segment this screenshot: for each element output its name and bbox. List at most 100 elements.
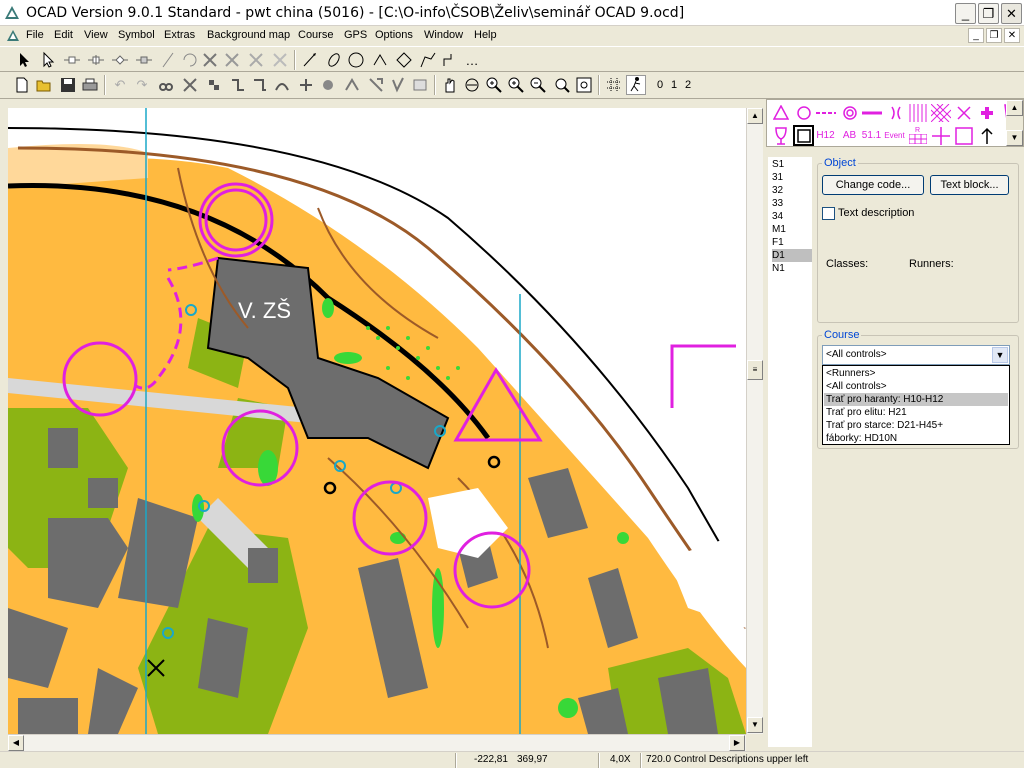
merge-icon[interactable] <box>246 50 266 70</box>
layer-2-button[interactable]: 2 <box>678 75 698 95</box>
grid-icon[interactable] <box>604 75 624 95</box>
course-option[interactable]: Trať pro elitu: H21 <box>824 406 1008 419</box>
save-icon[interactable] <box>58 75 78 95</box>
vertical-scroll-thumb[interactable]: ≡ <box>747 360 763 380</box>
course-select[interactable]: <All controls> ▼ <box>822 345 1010 365</box>
marked-route-icon[interactable] <box>861 102 882 123</box>
move-object-icon[interactable] <box>62 50 82 70</box>
forbidden-area-icon[interactable] <box>907 102 928 123</box>
crossing-line-icon[interactable] <box>930 125 951 146</box>
finish-circle-icon[interactable] <box>839 102 860 123</box>
entire-map-icon[interactable] <box>574 75 594 95</box>
symbol-scroll-up-icon[interactable]: ▲ <box>1006 100 1023 116</box>
menu-edit[interactable]: Edit <box>54 29 73 41</box>
virtual-gap-icon[interactable] <box>366 75 386 95</box>
zoom-previous-icon[interactable] <box>552 75 572 95</box>
cut-line-icon[interactable] <box>158 50 178 70</box>
crossing-point-icon[interactable] <box>885 102 906 123</box>
horizontal-scrollbar[interactable]: ◀ ▶ <box>8 734 746 751</box>
undo-icon[interactable]: ↶ <box>110 75 130 95</box>
reshape-icon[interactable] <box>270 50 290 70</box>
list-item[interactable]: 34 <box>772 210 812 223</box>
new-file-icon[interactable] <box>12 75 32 95</box>
list-item[interactable]: S1 <box>772 158 812 171</box>
edit-object-icon[interactable] <box>38 50 58 70</box>
map-canvas[interactable]: V. ZŠ <box>8 108 746 734</box>
freehand-mode-icon[interactable] <box>300 50 320 70</box>
doc-close-button[interactable]: ✕ <box>1004 28 1020 43</box>
rotate-object-icon[interactable] <box>180 50 200 70</box>
change-code-button[interactable]: Change code... <box>822 175 924 195</box>
close-button[interactable]: ✕ <box>1001 3 1022 24</box>
more-tools-icon[interactable]: … <box>462 50 482 70</box>
fill-icon[interactable] <box>318 75 338 95</box>
course-option[interactable]: <All controls> <box>824 380 1008 393</box>
corner-point-icon[interactable] <box>110 50 130 70</box>
zoom-out-icon[interactable] <box>528 75 548 95</box>
zoom-window-icon[interactable] <box>462 75 482 95</box>
control-code-symbol[interactable]: AB <box>839 125 860 146</box>
water-cup-icon[interactable] <box>770 125 791 146</box>
list-item[interactable]: 33 <box>772 197 812 210</box>
add-vertex-icon[interactable] <box>86 50 106 70</box>
redo-icon[interactable]: ↷ <box>132 75 152 95</box>
chevron-down-icon[interactable]: ▼ <box>992 347 1008 363</box>
symbol-scrollbar[interactable]: ▲ ▼ <box>1006 100 1023 146</box>
vertical-scrollbar[interactable]: ▲ ≡ ▼ <box>746 108 763 734</box>
straight-line-mode-icon[interactable] <box>418 50 438 70</box>
cut-hole-icon[interactable] <box>342 75 362 95</box>
north-arrow-icon[interactable] <box>976 125 997 146</box>
control-circle-icon[interactable] <box>793 102 814 123</box>
menu-gps[interactable]: GPS <box>344 29 367 41</box>
reverse-icon[interactable] <box>228 75 248 95</box>
doc-minimize-button[interactable]: _ <box>968 28 984 43</box>
print-icon[interactable] <box>80 75 100 95</box>
hand-pan-icon[interactable] <box>440 75 460 95</box>
forbidden-route-icon[interactable] <box>930 102 951 123</box>
control-number-symbol[interactable]: 51.1 <box>861 125 882 146</box>
minimize-button[interactable]: _ <box>955 3 976 24</box>
menu-options[interactable]: Options <box>375 29 413 41</box>
menu-background-map[interactable]: Background map <box>207 29 290 41</box>
document-icon[interactable] <box>6 29 20 43</box>
course-option[interactable]: <Runners> <box>824 367 1008 380</box>
list-item[interactable]: 32 <box>772 184 812 197</box>
start-triangle-icon[interactable] <box>770 102 791 123</box>
list-item[interactable]: M1 <box>772 223 812 236</box>
course-label-symbol[interactable]: H12 <box>815 125 836 146</box>
find-icon[interactable] <box>156 75 176 95</box>
duplicate-icon[interactable] <box>204 75 224 95</box>
smooth-icon[interactable] <box>250 75 270 95</box>
convert-icon[interactable] <box>296 75 316 95</box>
frame-icon[interactable] <box>953 125 974 146</box>
select-object-icon[interactable] <box>14 50 34 70</box>
menu-course[interactable]: Course <box>298 29 333 41</box>
menu-file[interactable]: File <box>26 29 44 41</box>
course-line-icon[interactable] <box>815 102 836 123</box>
cross-icon[interactable] <box>953 102 974 123</box>
list-item[interactable]: N1 <box>772 262 812 275</box>
selected-symbol-icon[interactable] <box>793 125 814 146</box>
join-icon[interactable] <box>272 75 292 95</box>
menu-help[interactable]: Help <box>474 29 497 41</box>
first-aid-icon[interactable] <box>976 102 997 123</box>
zoom-in-2-icon[interactable] <box>506 75 526 95</box>
delete-icon[interactable] <box>180 75 200 95</box>
list-item-selected[interactable]: D1 <box>772 249 812 262</box>
list-item[interactable]: 31 <box>772 171 812 184</box>
open-file-icon[interactable] <box>34 75 54 95</box>
menu-window[interactable]: Window <box>424 29 463 41</box>
menu-view[interactable]: View <box>84 29 108 41</box>
ellipse-mode-icon[interactable] <box>324 50 344 70</box>
scroll-down-icon[interactable]: ▼ <box>747 717 763 733</box>
zoom-in-icon[interactable] <box>484 75 504 95</box>
course-option-highlighted[interactable]: Trať pro haranty: H10-H12 <box>824 393 1008 406</box>
menu-symbol[interactable]: Symbol <box>118 29 155 41</box>
delete-vertex-icon[interactable] <box>134 50 154 70</box>
circle-mode-icon[interactable] <box>346 50 366 70</box>
text-block-button[interactable]: Text block... <box>930 175 1009 195</box>
symbol-scroll-down-icon[interactable]: ▼ <box>1006 130 1023 146</box>
doc-restore-button[interactable]: ❐ <box>986 28 1002 43</box>
graphics-icon[interactable] <box>410 75 430 95</box>
step-mode-icon[interactable] <box>440 50 460 70</box>
